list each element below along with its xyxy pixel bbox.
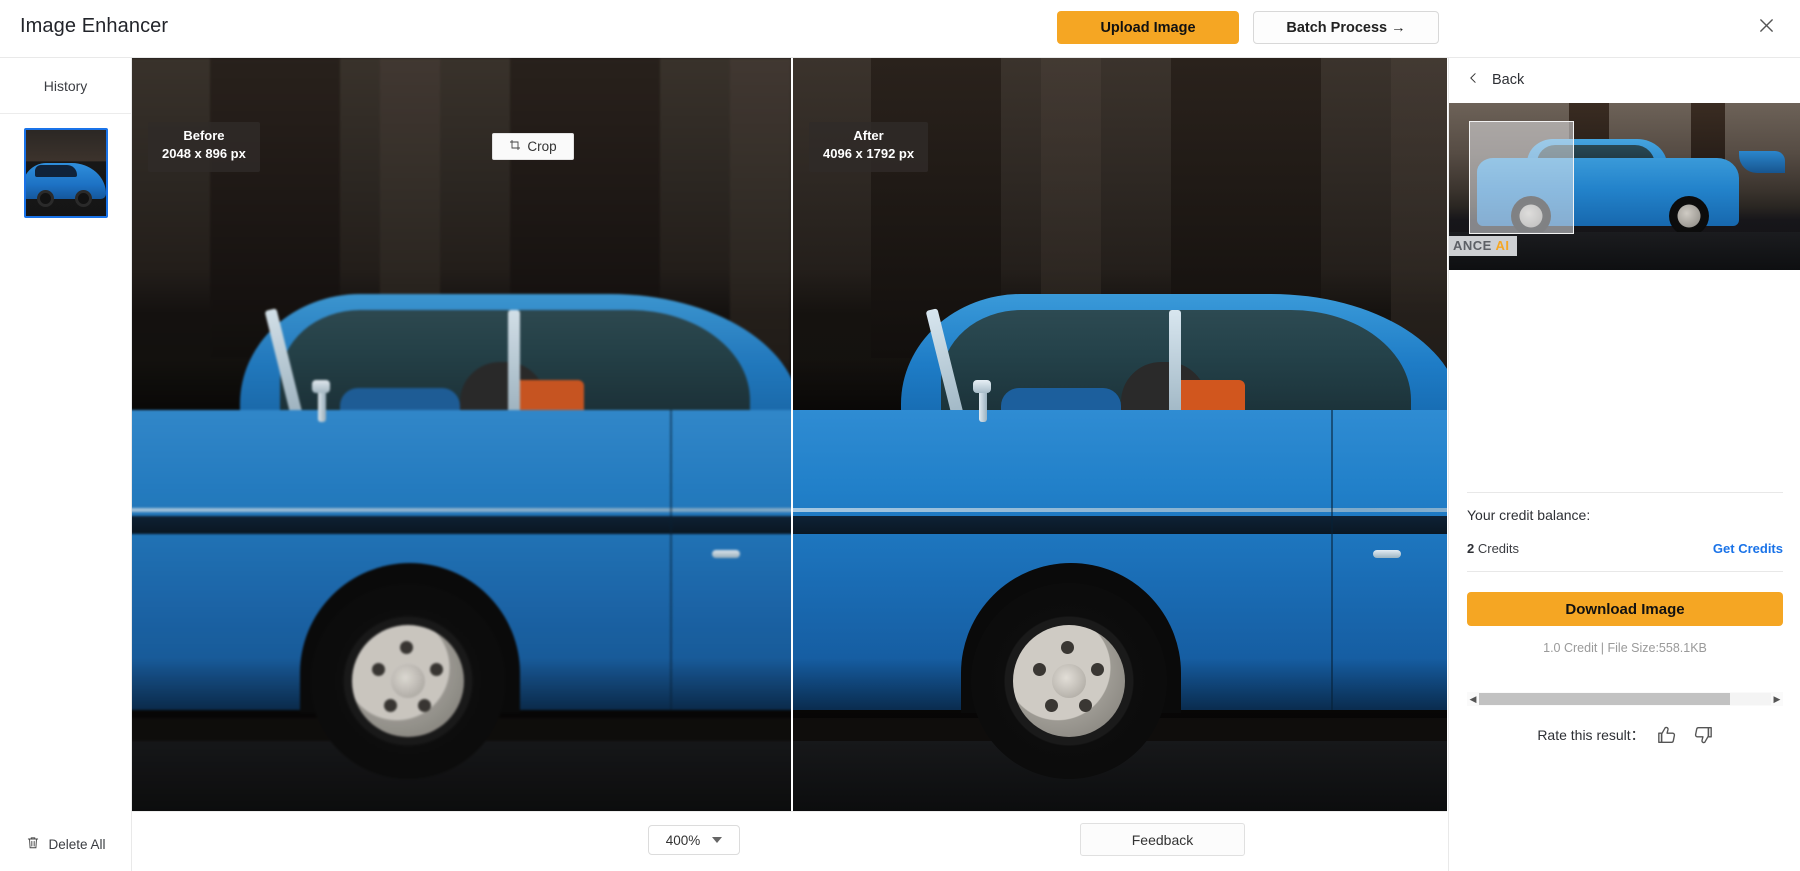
- scrollbar-track[interactable]: [1479, 693, 1771, 705]
- credit-balance-row: 2 Credits Get Credits: [1467, 541, 1783, 556]
- upload-image-button[interactable]: Upload Image: [1057, 11, 1239, 44]
- credit-amount: 2 Credits: [1467, 541, 1519, 556]
- close-icon[interactable]: [1750, 9, 1782, 41]
- delete-all-label: Delete All: [48, 836, 106, 852]
- history-thumbnail-image: [25, 130, 106, 216]
- compare-divider[interactable]: [791, 58, 793, 811]
- zoom-level-value: 400%: [665, 832, 701, 848]
- back-button[interactable]: Back: [1449, 58, 1800, 102]
- history-thumbnail-1[interactable]: [23, 128, 108, 218]
- download-image-button[interactable]: Download Image: [1467, 592, 1783, 626]
- rate-result-label: Rate this result：: [1537, 727, 1645, 743]
- credit-balance-title: Your credit balance:: [1467, 507, 1591, 523]
- image-enhancer-app: Image Enhancer Upload Image Batch Proces…: [0, 0, 1800, 871]
- feedback-button[interactable]: Feedback: [1080, 823, 1245, 856]
- image-navigator[interactable]: ANCE AI: [1449, 103, 1800, 270]
- history-sidebar: History Delete All: [0, 58, 132, 871]
- crop-button[interactable]: Crop: [492, 133, 574, 160]
- result-side-panel: Back ANCE AI Your credit balance: 2 Cred…: [1448, 58, 1800, 871]
- after-pane[interactable]: After 4096 x 1792 px: [793, 58, 1447, 811]
- navigator-wheel-rear: [1669, 196, 1709, 236]
- thumbs-up-icon[interactable]: [1657, 724, 1679, 746]
- after-label-title: After: [853, 128, 884, 143]
- header-actions: Upload Image Batch Process →: [1057, 11, 1439, 44]
- before-label-badge: Before 2048 x 896 px: [148, 122, 260, 172]
- watermark-text: ANCE AI: [1453, 238, 1510, 253]
- scroll-left-arrow-icon[interactable]: ◀: [1467, 692, 1479, 706]
- back-label: Back: [1492, 72, 1525, 88]
- scrollbar-thumb[interactable]: [1479, 693, 1731, 705]
- panel-divider-bottom: [1467, 571, 1783, 572]
- watermark-label: ANCE AI: [1449, 236, 1518, 256]
- after-label-badge: After 4096 x 1792 px: [809, 122, 929, 172]
- credit-balance-block: Your credit balance: 2 Credits Get Credi…: [1467, 507, 1783, 556]
- navigator-viewport-rect[interactable]: [1469, 121, 1574, 234]
- navigator-car-fin: [1739, 151, 1785, 173]
- chevron-left-icon: [1467, 70, 1480, 91]
- delete-all-button[interactable]: Delete All: [0, 835, 132, 853]
- batch-process-button[interactable]: Batch Process →: [1253, 11, 1439, 44]
- history-list: [0, 114, 131, 218]
- zoom-level-select[interactable]: 400%: [648, 825, 740, 855]
- thumbs-down-icon[interactable]: [1691, 724, 1713, 746]
- panel-horizontal-scrollbar[interactable]: ◀ ▶: [1467, 692, 1783, 706]
- history-header: History: [0, 58, 131, 114]
- trash-icon: [26, 835, 40, 853]
- image-compare-canvas[interactable]: Before 2048 x 896 px Crop After 4096 x 1…: [132, 58, 1447, 811]
- chevron-down-icon: [712, 837, 723, 843]
- download-meta-text: 1.0 Credit | File Size:558.1KB: [1543, 641, 1707, 655]
- thumbnail-wheel-rear: [75, 189, 93, 207]
- crop-icon: [509, 139, 521, 154]
- page-title: Image Enhancer: [20, 15, 169, 37]
- rate-result-row: Rate this result：: [1449, 715, 1800, 755]
- canvas-bottom-bar: 400% Feedback: [132, 811, 1447, 871]
- crop-button-label: Crop: [527, 139, 557, 154]
- before-label-dimensions: 2048 x 896 px: [162, 146, 246, 161]
- thumbnail-wheel-front: [36, 189, 54, 207]
- panel-divider-top: [1467, 492, 1783, 493]
- after-label-dimensions: 4096 x 1792 px: [823, 146, 915, 161]
- credit-amount-unit: Credits: [1477, 541, 1520, 556]
- scroll-right-arrow-icon[interactable]: ▶: [1771, 692, 1783, 706]
- before-pane[interactable]: Before 2048 x 896 px Crop: [132, 58, 791, 811]
- app-header: Image Enhancer Upload Image Batch Proces…: [0, 0, 1800, 58]
- credit-amount-value: 2: [1467, 541, 1475, 556]
- before-label-title: Before: [183, 128, 225, 143]
- thumbnail-window-shape: [35, 165, 77, 178]
- get-credits-link[interactable]: Get Credits: [1713, 541, 1783, 556]
